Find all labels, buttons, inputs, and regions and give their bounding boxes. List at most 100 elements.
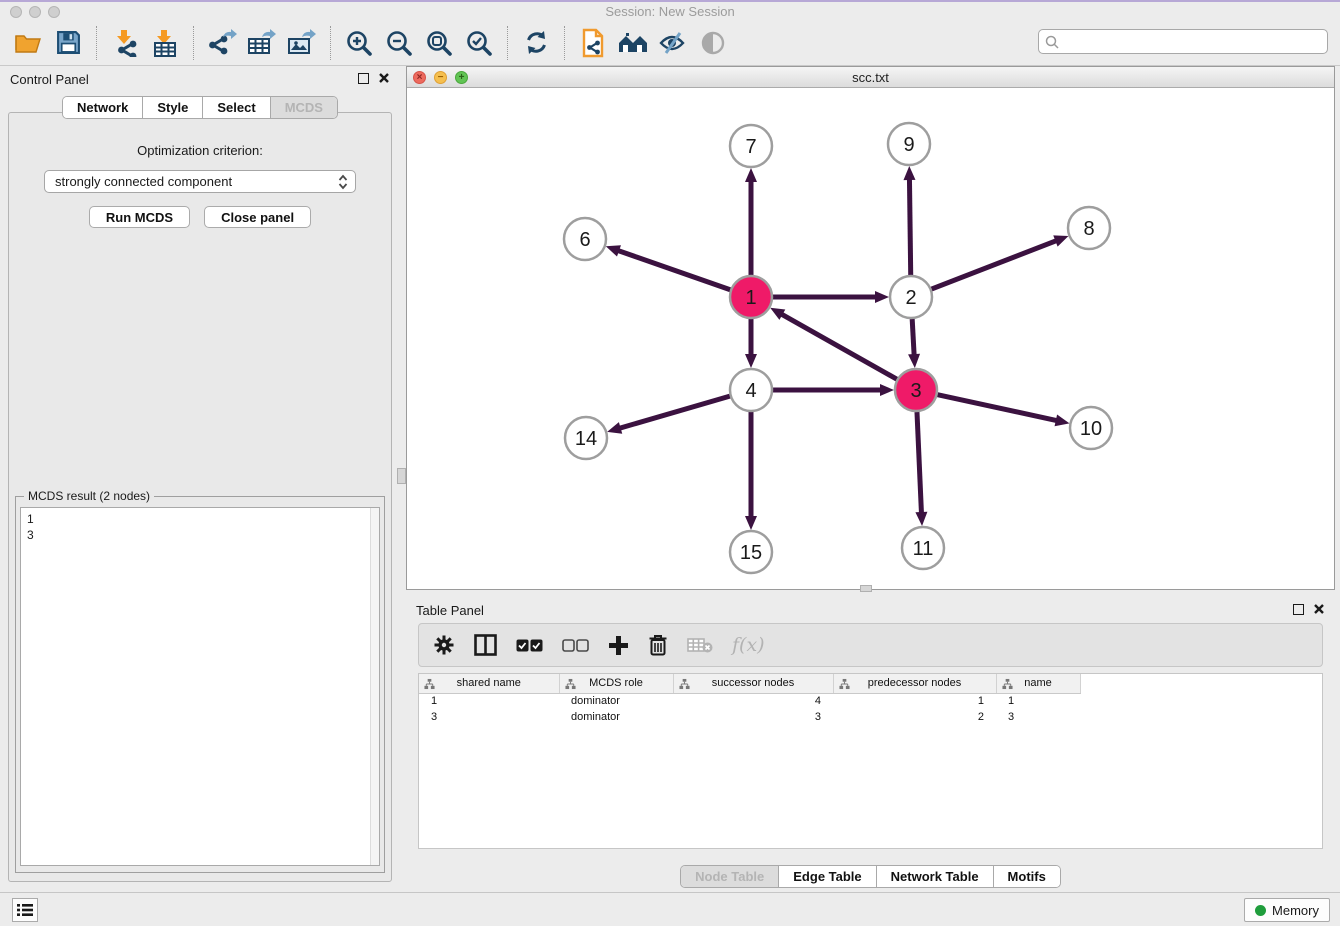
graph-edge-2-9[interactable] <box>909 178 910 275</box>
mcds-panel: Optimization criterion: strongly connect… <box>8 112 392 882</box>
maximize-network-button[interactable]: + <box>455 71 468 84</box>
table-cell[interactable]: 1 <box>996 693 1080 709</box>
table-cell[interactable]: 4 <box>673 693 833 709</box>
graph-node-label-1: 1 <box>745 287 756 309</box>
column-tree-icon <box>839 678 850 690</box>
memory-button-label: Memory <box>1272 903 1319 918</box>
table-cell[interactable]: dominator <box>559 693 673 709</box>
export-network-icon[interactable] <box>205 26 239 60</box>
tab-edge-table[interactable]: Edge Table <box>779 866 876 887</box>
memory-button[interactable]: Memory <box>1244 898 1330 922</box>
unchecked-boxes-glyph <box>562 639 589 652</box>
refresh-layout-icon[interactable] <box>519 26 553 60</box>
plus-glyph <box>608 635 629 656</box>
graph-edge-4-14[interactable] <box>619 396 730 428</box>
tab-node-table[interactable]: Node Table <box>681 866 779 887</box>
zoom-in-icon[interactable] <box>342 26 376 60</box>
network-window-titlebar[interactable]: × − + scc.txt <box>407 67 1334 88</box>
maximize-window-button[interactable] <box>48 6 60 18</box>
graph-edge-arrowhead <box>880 384 894 396</box>
close-panel-icon[interactable] <box>378 72 390 84</box>
float-panel-icon[interactable] <box>358 73 369 84</box>
column-header-label: predecessor nodes <box>868 677 962 689</box>
tab-style[interactable]: Style <box>143 97 203 118</box>
table-cell[interactable]: dominator <box>559 709 673 725</box>
toggle-birdseye-icon[interactable] <box>696 26 730 60</box>
graph-edge-3-11[interactable] <box>917 412 922 514</box>
zoom-out-icon[interactable] <box>382 26 416 60</box>
table-settings-icon[interactable] <box>433 634 455 656</box>
graph-edge-1-6[interactable] <box>617 250 730 290</box>
split-columns-icon[interactable] <box>474 634 497 656</box>
hide-style-icon[interactable] <box>656 26 690 60</box>
toolbar-separator <box>564 26 565 60</box>
close-table-panel-icon[interactable] <box>1313 603 1325 615</box>
minimize-window-button[interactable] <box>29 6 41 18</box>
tab-select[interactable]: Select <box>203 97 270 118</box>
zoom-out-glyph <box>385 29 413 57</box>
minimize-network-button[interactable]: − <box>434 71 447 84</box>
tab-motifs[interactable]: Motifs <box>994 866 1060 887</box>
column-header-successor-nodes[interactable]: successor nodes <box>673 674 833 693</box>
table-cell[interactable]: 1 <box>419 693 559 709</box>
network-canvas[interactable]: 7968124314101511 <box>407 88 1334 589</box>
column-header-MCDS-role[interactable]: MCDS role <box>559 674 673 693</box>
node-table[interactable]: shared nameMCDS rolesuccessor nodes prede… <box>418 673 1323 849</box>
search-input[interactable] <box>1059 30 1327 53</box>
result-scrollbar[interactable] <box>370 508 379 865</box>
deselect-all-columns-icon[interactable] <box>562 639 589 652</box>
delete-row-icon[interactable] <box>648 634 668 656</box>
save-session-icon[interactable] <box>51 26 85 60</box>
window-title: Session: New Session <box>0 4 1340 19</box>
toolbar-separator <box>193 26 194 60</box>
column-header-name[interactable]: name <box>996 674 1080 693</box>
graph-edge-3-1[interactable] <box>781 314 897 380</box>
table-toolbar: f(x) <box>418 623 1323 667</box>
export-image-icon[interactable] <box>285 26 319 60</box>
column-header-shared-name[interactable]: shared name <box>419 674 559 693</box>
mcds-result-list[interactable]: 1 3 <box>20 507 380 866</box>
table-cell[interactable]: 3 <box>996 709 1080 725</box>
export-table-icon[interactable] <box>245 26 279 60</box>
graph-edge-arrowhead <box>606 245 621 256</box>
trash-glyph <box>648 634 668 656</box>
table-cell[interactable]: 3 <box>419 709 559 725</box>
graph-edge-arrowhead <box>745 516 757 530</box>
close-network-button[interactable]: × <box>413 71 426 84</box>
table-row[interactable]: 3dominator323 <box>419 709 1080 725</box>
home-icon[interactable] <box>616 26 650 60</box>
graph-node-label-15: 15 <box>740 542 762 564</box>
tab-mcds[interactable]: MCDS <box>271 97 337 118</box>
close-window-button[interactable] <box>10 6 22 18</box>
float-table-panel-icon[interactable] <box>1293 604 1304 615</box>
table-cell[interactable]: 3 <box>673 709 833 725</box>
task-history-button[interactable] <box>12 898 38 922</box>
graph-node-label-14: 14 <box>575 428 597 450</box>
tab-network[interactable]: Network <box>63 97 143 118</box>
table-cell[interactable]: 2 <box>833 709 996 725</box>
graph-node-label-6: 6 <box>579 229 590 251</box>
search-box <box>1038 29 1328 54</box>
horizontal-split-handle[interactable] <box>860 585 872 592</box>
add-row-icon[interactable] <box>608 635 629 656</box>
table-cell[interactable]: 1 <box>833 693 996 709</box>
column-header-predecessor-nodes[interactable]: predecessor nodes <box>833 674 996 693</box>
zoom-selected-icon[interactable] <box>462 26 496 60</box>
graph-edge-2-8[interactable] <box>932 240 1058 289</box>
close-panel-button[interactable]: Close panel <box>204 206 311 228</box>
optimization-criterion-select[interactable]: strongly connected component <box>44 170 356 193</box>
vertical-split-handle[interactable] <box>397 468 406 484</box>
import-table-icon[interactable] <box>148 26 182 60</box>
graph-edge-2-3[interactable] <box>912 319 914 356</box>
network-graph[interactable]: 7968124314101511 <box>407 88 1334 589</box>
graph-edge-3-10[interactable] <box>937 395 1057 421</box>
open-session-icon[interactable] <box>11 26 45 60</box>
select-all-columns-icon[interactable] <box>516 639 543 652</box>
run-mcds-button[interactable]: Run MCDS <box>89 206 190 228</box>
table-row[interactable]: 1dominator411 <box>419 693 1080 709</box>
import-network-icon[interactable] <box>108 26 142 60</box>
table-tabs: Node TableEdge TableNetwork TableMotifs <box>406 865 1335 888</box>
tab-network-table[interactable]: Network Table <box>877 866 994 887</box>
zoom-fit-icon[interactable] <box>422 26 456 60</box>
duplicate-network-icon[interactable] <box>576 26 610 60</box>
